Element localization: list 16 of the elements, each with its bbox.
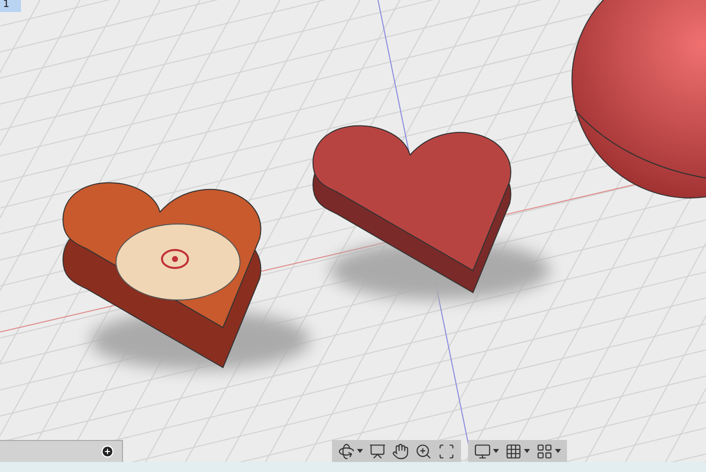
caret-icon	[357, 449, 363, 453]
caret-icon	[524, 449, 530, 453]
zoom-icon	[415, 442, 432, 460]
caret-icon	[555, 449, 561, 453]
orbit-icon	[338, 442, 355, 460]
monitor-icon	[474, 442, 491, 460]
look-at-icon	[369, 442, 386, 460]
orbit-tool-button[interactable]	[337, 441, 364, 461]
viewport-number: 1	[0, 0, 21, 12]
pan-tool-button[interactable]	[391, 441, 410, 461]
zoom-window-icon	[438, 442, 455, 460]
add-icon[interactable]	[101, 445, 114, 458]
grid-icon	[505, 442, 522, 460]
hand-icon	[392, 442, 409, 460]
caret-icon	[493, 449, 499, 453]
viewports-icon	[536, 442, 553, 460]
